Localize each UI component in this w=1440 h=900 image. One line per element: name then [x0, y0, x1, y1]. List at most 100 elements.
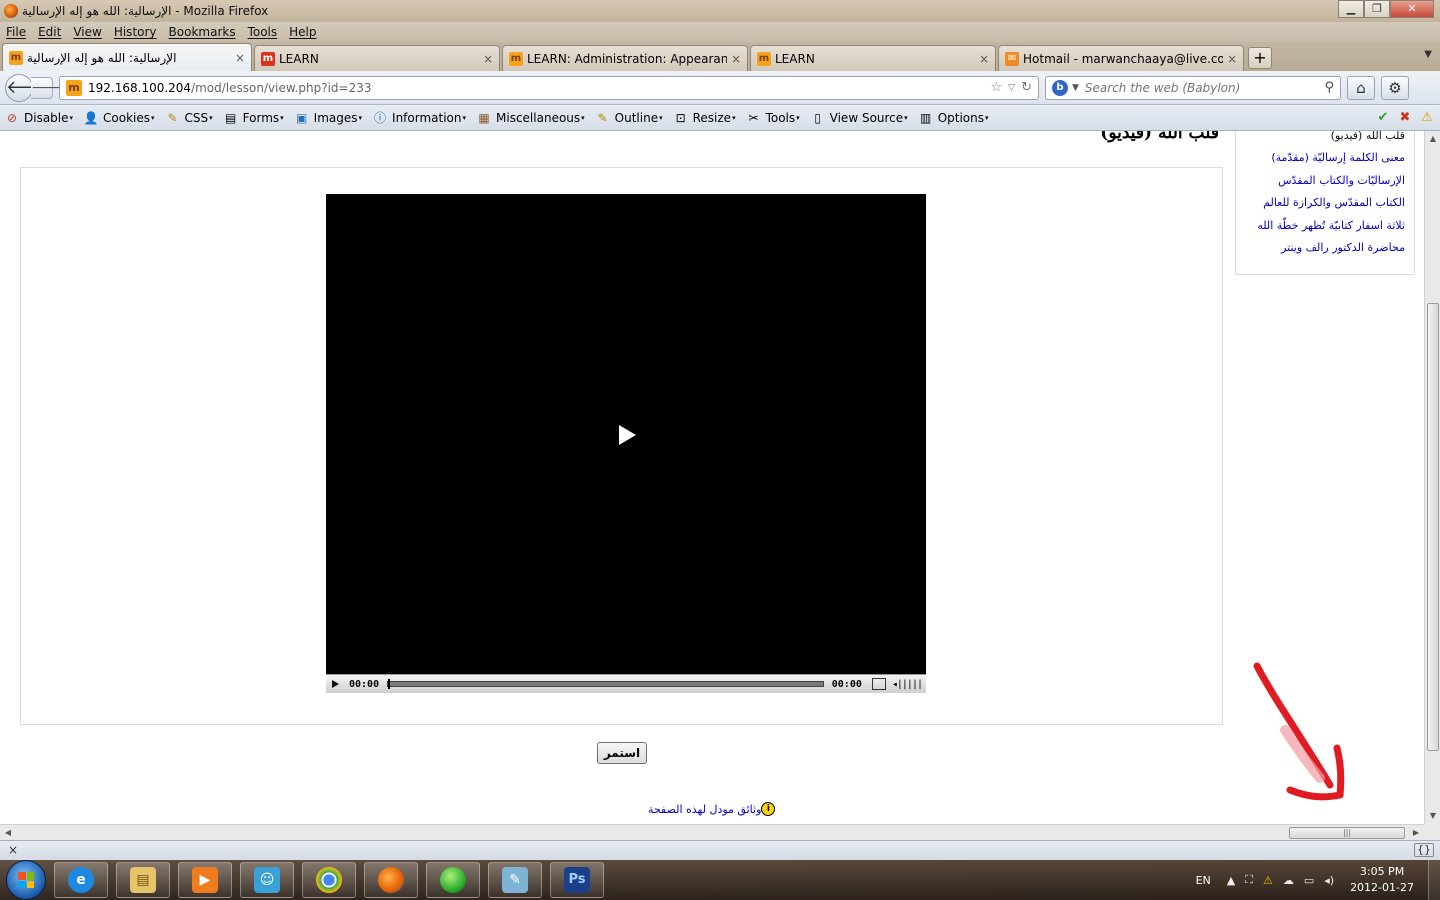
show-desktop-button[interactable]	[1428, 860, 1440, 900]
menu-history[interactable]: History	[114, 25, 157, 39]
scroll-up-icon[interactable]: ▲	[1425, 131, 1440, 147]
lesson-menu-link[interactable]: محاضرة الدكتور رالف وينتر	[1281, 241, 1405, 254]
taskbar-chrome[interactable]	[302, 862, 356, 898]
vertical-scroll-thumb[interactable]	[1427, 303, 1439, 751]
lesson-menu-link[interactable]: الإرساليّات والكتاب المقدّس	[1278, 174, 1405, 187]
play-pause-icon[interactable]	[332, 680, 339, 688]
dev-disable-menu[interactable]: ⊘ Disable ▾	[4, 110, 73, 126]
maximize-button[interactable]: ❐	[1364, 0, 1390, 18]
brace-icon[interactable]: {}	[1414, 843, 1434, 857]
search-input[interactable]	[1084, 80, 1325, 95]
tab-label: Hotmail - marwanchaaya@live.com	[1023, 51, 1223, 66]
horizontal-scrollbar[interactable]: ◀ ||| ▶	[0, 824, 1424, 840]
lesson-menu-link[interactable]: الكتاب المقدّس والكرازة للعالم	[1263, 196, 1405, 209]
tab-label: LEARN	[279, 51, 319, 66]
continue-button[interactable]: استمر	[597, 742, 647, 764]
dev-options-menu[interactable]: ▥ Options ▾	[918, 110, 989, 126]
start-button[interactable]	[6, 860, 46, 900]
babylon-engine-icon[interactable]: b	[1052, 79, 1068, 96]
tab-learn-2[interactable]: m LEARN ×	[750, 45, 996, 71]
tab-close-icon[interactable]: ×	[979, 52, 989, 66]
tab-close-icon[interactable]: ×	[1227, 52, 1237, 66]
taskbar-internet-explorer[interactable]: e	[54, 862, 108, 898]
taskbar-file-explorer[interactable]: ▤	[116, 862, 170, 898]
taskbar-notepad[interactable]: ✎	[488, 862, 542, 898]
reload-icon[interactable]: ↻	[1021, 80, 1032, 95]
tab-learn-admin[interactable]: m LEARN: Administration: Appearance: ...…	[502, 45, 748, 71]
video-player[interactable]: 00:00 00:00 ◂|||||	[326, 194, 926, 693]
lesson-menu-link[interactable]: معنى الكلمة إرساليّة (مقدّمة)	[1271, 151, 1405, 164]
menu-file[interactable]: File	[6, 25, 26, 39]
home-button[interactable]: ⌂	[1347, 75, 1375, 100]
tab-lesson[interactable]: m الإرسالية: الله هو إله الإرسالية ×	[2, 43, 252, 71]
taskbar-green-app[interactable]	[426, 862, 480, 898]
taskbar-firefox[interactable]	[364, 862, 418, 898]
show-hidden-icons-icon[interactable]: ▲	[1227, 874, 1235, 887]
scroll-left-icon[interactable]: ◀	[0, 825, 16, 841]
site-identity-icon[interactable]: m	[66, 79, 82, 96]
dev-cookies-menu[interactable]: 👤 Cookies ▾	[83, 110, 155, 126]
lesson-menu-link[interactable]: ثلاثة اسفار كتابيّة تُظهر خطّة الله	[1257, 219, 1405, 232]
tab-label: الإرسالية: الله هو إله الإرسالية	[27, 50, 177, 65]
close-window-button[interactable]: ✕	[1390, 0, 1434, 18]
dev-tools-menu[interactable]: ✂ Tools ▾	[746, 110, 800, 126]
taskbar-media-player[interactable]: ▶	[178, 862, 232, 898]
menu-view[interactable]: View	[73, 25, 101, 39]
url-bar[interactable]: m 192.168.100.204/mod/lesson/view.php?id…	[59, 75, 1039, 100]
error-icon[interactable]: ✖	[1396, 109, 1414, 127]
minimize-button[interactable]: ▁	[1338, 0, 1364, 18]
horizontal-scroll-thumb[interactable]: |||	[1289, 827, 1405, 839]
search-icon[interactable]: ⚲	[1324, 80, 1334, 95]
fullscreen-icon[interactable]	[871, 678, 886, 690]
close-addon-bar-icon[interactable]: ×	[8, 843, 18, 857]
scroll-right-icon[interactable]: ▶	[1408, 825, 1424, 841]
tab-close-icon[interactable]: ×	[483, 52, 493, 66]
language-indicator[interactable]: EN	[1196, 874, 1211, 887]
dev-miscellaneous-menu[interactable]: ▦ Miscellaneous ▾	[476, 110, 584, 126]
warning-tray-icon[interactable]: ⚠	[1263, 874, 1273, 887]
seek-bar[interactable]	[387, 679, 824, 689]
back-button[interactable]: 🡐	[5, 73, 54, 102]
volume-icon[interactable]: ◂|||||	[892, 679, 923, 690]
folder-icon: ▤	[130, 867, 156, 893]
history-dropdown-icon[interactable]: ▽	[1008, 83, 1015, 93]
taskbar-messenger[interactable]: ☺	[240, 862, 294, 898]
dev-view-source-menu[interactable]: ▯ View Source ▾	[810, 110, 907, 126]
forward-button[interactable]: 🡒	[31, 76, 69, 99]
seek-thumb[interactable]	[388, 679, 391, 689]
new-tab-button[interactable]: +	[1248, 47, 1272, 69]
search-bar[interactable]: b ▼ ⚲	[1045, 75, 1341, 100]
bookmark-star-icon[interactable]: ☆	[991, 80, 1003, 95]
monitor-tray-icon[interactable]: ▭	[1304, 874, 1314, 887]
tab-close-icon[interactable]: ×	[731, 52, 741, 66]
dev-outline-menu[interactable]: ✎ Outline ▾	[595, 110, 663, 126]
menu-edit[interactable]: Edit	[38, 25, 61, 39]
network-tray-icon[interactable]: ⛶	[1245, 873, 1253, 887]
cloud-tray-icon[interactable]: ☁	[1283, 874, 1294, 887]
duration: 00:00	[831, 678, 862, 690]
warning-icon[interactable]: ⚠	[1418, 109, 1436, 127]
tab-close-icon[interactable]: ×	[235, 51, 245, 65]
dev-information-menu[interactable]: ⓘ Information ▾	[372, 110, 466, 126]
menu-help[interactable]: Help	[289, 25, 316, 39]
addon-button[interactable]: ⚙	[1381, 75, 1409, 100]
vertical-scrollbar[interactable]: ▲ ▼	[1424, 131, 1440, 824]
volume-tray-icon[interactable]: ◂)	[1324, 874, 1334, 887]
dev-resize-menu[interactable]: ⊡ Resize ▾	[673, 110, 736, 126]
chevron-down-icon[interactable]: ▼	[1072, 83, 1079, 93]
dev-images-menu[interactable]: ▣ Images ▾	[294, 110, 362, 126]
tab-hotmail[interactable]: ✉ Hotmail - marwanchaaya@live.com ×	[998, 45, 1244, 71]
taskbar-clock[interactable]: 3:05 PM 2012-01-27	[1350, 864, 1414, 896]
menu-tools[interactable]: Tools	[248, 25, 278, 39]
dev-forms-menu[interactable]: ▤ Forms ▾	[223, 110, 284, 126]
chevron-down-icon[interactable]: ▼	[1424, 49, 1432, 60]
messenger-icon: ☺	[254, 867, 280, 893]
menu-bookmarks[interactable]: Bookmarks	[169, 25, 236, 39]
moodle-docs-link[interactable]: وثائق مودل لهذه الصفحة	[648, 803, 761, 816]
scroll-down-icon[interactable]: ▼	[1425, 808, 1440, 824]
play-icon[interactable]	[619, 425, 636, 445]
taskbar-photoshop[interactable]: Ps	[550, 862, 604, 898]
checkmark-icon[interactable]: ✔	[1374, 109, 1392, 127]
dev-css-menu[interactable]: ✎ CSS ▾	[165, 110, 213, 126]
tab-learn-1[interactable]: m LEARN ×	[254, 45, 500, 71]
